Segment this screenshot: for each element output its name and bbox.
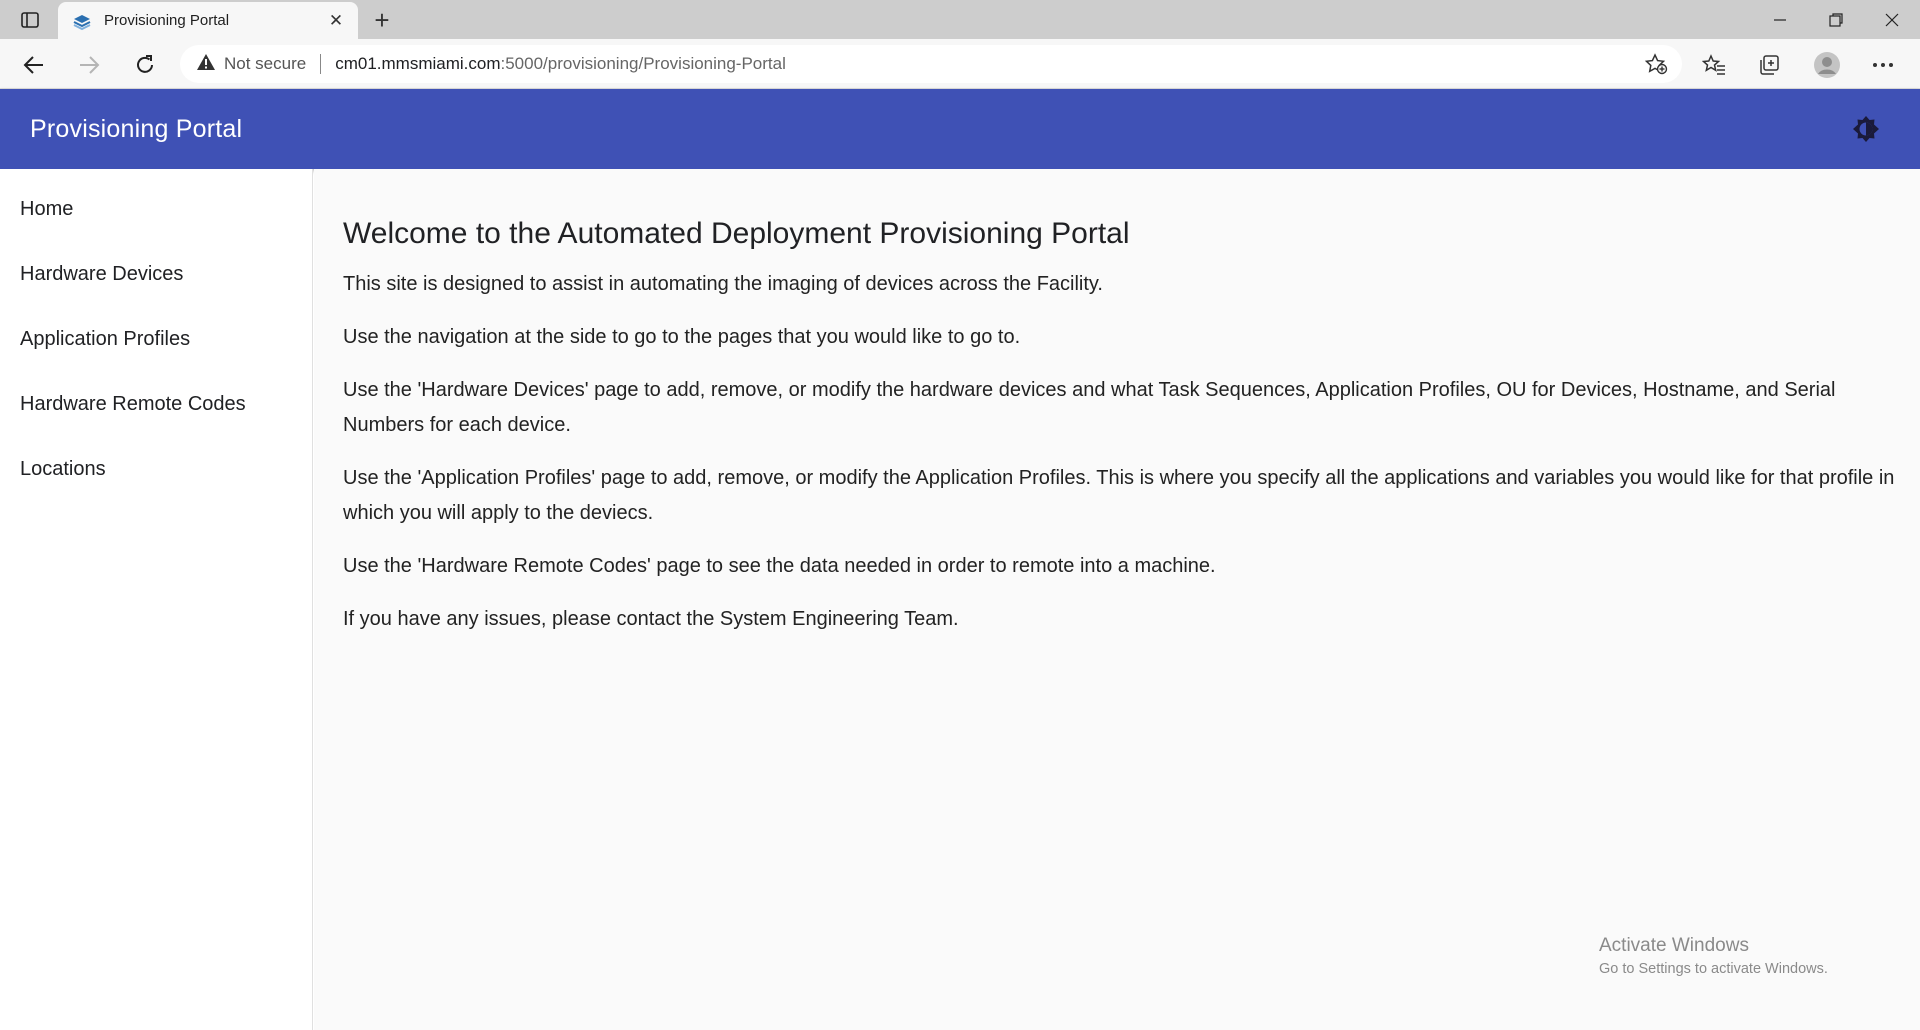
sidebar-nav: Home Hardware Devices Application Profil… <box>0 169 313 1030</box>
page-title: Welcome to the Automated Deployment Prov… <box>343 217 1130 250</box>
sidebar-item-locations[interactable]: Locations <box>0 451 312 516</box>
sidebar-item-hardware-remote-codes[interactable]: Hardware Remote Codes <box>0 386 312 451</box>
address-bar[interactable]: Not secure cm01.mmsmiami.com:5000/provis… <box>180 45 1682 83</box>
application-profiles-paragraph: Use the 'Application Profiles' page to a… <box>343 467 1895 524</box>
sidebar-item-home[interactable]: Home <box>0 191 312 256</box>
watermark-title: Activate Windows <box>1599 935 1749 956</box>
collections-icon[interactable] <box>1751 47 1787 83</box>
browser-tabstrip: Provisioning Portal ✕ + <box>0 0 1920 39</box>
watermark-subtitle: Go to Settings to activate Windows. <box>1599 961 1828 977</box>
app-title: Provisioning Portal <box>30 114 243 143</box>
main-content: Welcome to the Automated Deployment Prov… <box>314 169 1920 1030</box>
security-label: Not secure <box>224 54 307 73</box>
site-favicon-icon <box>72 10 94 32</box>
restore-icon[interactable] <box>1808 0 1864 39</box>
more-options-icon[interactable] <box>1865 47 1901 83</box>
navigation-paragraph: Use the navigation at the side to go to … <box>343 326 1021 348</box>
address-divider <box>320 54 322 74</box>
add-favorite-icon[interactable] <box>1644 53 1668 80</box>
url-host: cm01.mmsmiami.com <box>335 54 501 73</box>
activate-windows-watermark: Activate Windows Go to Settings to activ… <box>1599 935 1828 977</box>
url-text[interactable]: cm01.mmsmiami.com:5000/provisioning/Prov… <box>335 54 786 74</box>
browser-toolbar: Not secure cm01.mmsmiami.com:5000/provis… <box>0 39 1920 89</box>
favorites-icon[interactable] <box>1696 47 1732 83</box>
browser-tab-active[interactable]: Provisioning Portal ✕ <box>58 2 358 39</box>
theme-toggle-icon[interactable] <box>1852 115 1880 143</box>
refresh-icon[interactable] <box>127 47 163 83</box>
profile-avatar-icon[interactable] <box>1809 47 1845 83</box>
window-controls <box>1752 0 1920 39</box>
intro-paragraph: This site is designed to assist in autom… <box>343 273 1103 295</box>
close-window-icon[interactable] <box>1864 0 1920 39</box>
app-header: Provisioning Portal <box>0 89 1920 169</box>
forward-arrow-icon[interactable] <box>71 47 107 83</box>
remote-codes-paragraph: Use the 'Hardware Remote Codes' page to … <box>343 555 1216 577</box>
back-arrow-icon[interactable] <box>16 47 52 83</box>
warning-triangle-icon <box>196 53 216 76</box>
sidebar-item-hardware-devices[interactable]: Hardware Devices <box>0 256 312 321</box>
security-indicator[interactable]: Not secure <box>196 53 306 76</box>
tab-close-icon[interactable]: ✕ <box>326 11 346 31</box>
hardware-devices-paragraph: Use the 'Hardware Devices' page to add, … <box>343 379 1836 436</box>
tab-actions-icon[interactable] <box>12 8 48 32</box>
tab-title: Provisioning Portal <box>104 12 230 29</box>
sidebar-item-application-profiles[interactable]: Application Profiles <box>0 321 312 386</box>
url-path: :5000/provisioning/Provisioning-Portal <box>500 54 786 73</box>
contact-paragraph: If you have any issues, please contact t… <box>343 608 959 630</box>
minimize-icon[interactable] <box>1752 0 1808 39</box>
new-tab-button[interactable]: + <box>368 5 396 35</box>
